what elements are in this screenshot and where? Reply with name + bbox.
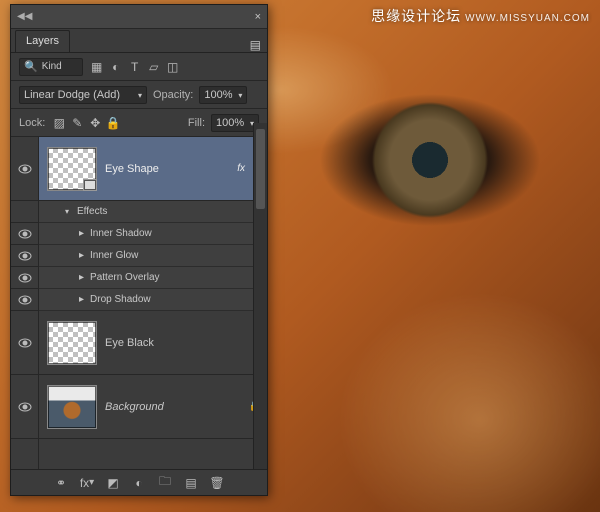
layers-list: Eye Shape fx Effects Inner Shadow Inner … (11, 137, 267, 469)
bullet-icon (79, 272, 84, 283)
blend-mode-value: Linear Dodge (Add) (24, 89, 120, 101)
effect-item[interactable]: Drop Shadow (39, 289, 267, 311)
opacity-value: 100% (204, 89, 232, 101)
fill-select[interactable]: 100% (211, 114, 259, 132)
tab-layers[interactable]: Layers (15, 30, 70, 52)
lock-icons: ▨ ✎ ✥ 🔒 (51, 115, 121, 131)
layer-row[interactable]: Eye Black (39, 311, 267, 375)
filter-row: 🔍 ▦ ◐ T ▱ ◫ (11, 53, 267, 81)
panel-tabs: Layers ▤ (11, 29, 267, 53)
lock-transparent-icon[interactable]: ▨ (51, 115, 67, 131)
group-icon[interactable]: 🗀 (154, 472, 176, 493)
effect-item[interactable]: Inner Glow (39, 245, 267, 267)
chevron-down-icon (234, 89, 242, 101)
effects-label: Effects (77, 206, 107, 217)
layers-scrollbar[interactable] (253, 123, 267, 469)
effect-name: Inner Shadow (90, 228, 152, 239)
trash-icon[interactable]: 🗑 (206, 476, 228, 490)
bullet-icon (79, 294, 84, 305)
close-icon[interactable]: × (255, 11, 261, 23)
lock-brush-icon[interactable]: ✎ (69, 115, 85, 131)
opacity-label[interactable]: Opacity: (153, 89, 193, 101)
lock-all-icon[interactable]: 🔒 (105, 115, 121, 131)
filter-shape-icon[interactable]: ▱ (146, 59, 162, 75)
opacity-select[interactable]: 100% (199, 86, 247, 104)
bullet-icon (79, 228, 84, 239)
layer-thumbnail[interactable] (47, 147, 97, 191)
effect-visibility-toggle[interactable] (11, 223, 38, 245)
layer-thumbnail[interactable] (47, 385, 97, 429)
filter-kind-label[interactable] (42, 61, 74, 72)
new-layer-icon[interactable]: ▤ (180, 476, 202, 490)
link-layers-icon[interactable]: ⚭ (50, 476, 72, 490)
layer-row[interactable]: Background 🔒 (39, 375, 267, 439)
filter-type-icon[interactable]: T (127, 59, 143, 75)
filter-kind-select[interactable]: 🔍 (19, 58, 83, 76)
layers-panel: ◀◀ × Layers ▤ 🔍 ▦ ◐ T ▱ ◫ Linear Dodge (… (10, 4, 268, 496)
visibility-toggle[interactable] (11, 311, 38, 375)
visibility-spacer (11, 201, 38, 223)
visibility-column (11, 137, 39, 469)
bullet-icon (79, 250, 84, 261)
effect-name: Pattern Overlay (90, 272, 159, 283)
chevron-down-icon (65, 206, 71, 217)
filter-pixel-icon[interactable]: ▦ (89, 59, 105, 75)
fx-menu-icon[interactable]: fx▾ (76, 476, 98, 490)
layer-name[interactable]: Background (105, 401, 241, 413)
lock-label: Lock: (19, 117, 45, 129)
layer-name[interactable]: Eye Black (105, 337, 261, 349)
watermark: 思缘设计论坛WWW.MISSYUAN.COM (371, 6, 590, 26)
fill-value: 100% (216, 117, 244, 129)
collapse-icon[interactable]: ◀◀ (17, 11, 32, 22)
effect-name: Drop Shadow (90, 294, 151, 305)
effect-visibility-toggle[interactable] (11, 267, 38, 289)
panel-header[interactable]: ◀◀ × (11, 5, 267, 29)
layer-row[interactable]: Eye Shape fx (39, 137, 267, 201)
effect-name: Inner Glow (90, 250, 138, 261)
effect-visibility-toggle[interactable] (11, 289, 38, 311)
layer-name[interactable]: Eye Shape (105, 163, 229, 175)
vector-mask-badge (83, 179, 97, 191)
blend-row: Linear Dodge (Add) Opacity: 100% (11, 81, 267, 109)
panel-footer: ⚭ fx▾ ◩ ◐ 🗀 ▤ 🗑 (11, 469, 267, 495)
visibility-toggle[interactable] (11, 375, 38, 439)
adjustment-icon[interactable]: ◐ (128, 476, 150, 490)
lock-row: Lock: ▨ ✎ ✥ 🔒 Fill: 100% (11, 109, 267, 137)
effect-item[interactable]: Inner Shadow (39, 223, 267, 245)
filter-icons: ▦ ◐ T ▱ ◫ (89, 59, 181, 75)
filter-adjust-icon[interactable]: ◐ (108, 59, 124, 75)
filter-smart-icon[interactable]: ◫ (165, 59, 181, 75)
layer-thumbnail[interactable] (47, 321, 97, 365)
fx-indicator[interactable]: fx (237, 163, 245, 174)
effect-item[interactable]: Pattern Overlay (39, 267, 267, 289)
blend-mode-select[interactable]: Linear Dodge (Add) (19, 86, 147, 104)
scrollbar-thumb[interactable] (256, 129, 265, 209)
layers-stack: Eye Shape fx Effects Inner Shadow Inner … (39, 137, 267, 469)
lock-move-icon[interactable]: ✥ (87, 115, 103, 131)
fill-label[interactable]: Fill: (188, 117, 205, 129)
visibility-toggle[interactable] (11, 137, 38, 201)
mask-icon[interactable]: ◩ (102, 476, 124, 490)
search-icon: 🔍 (24, 60, 38, 73)
chevron-down-icon (134, 89, 142, 101)
effects-header[interactable]: Effects (39, 201, 267, 223)
effect-visibility-toggle[interactable] (11, 245, 38, 267)
panel-menu-icon[interactable]: ▤ (250, 38, 261, 52)
